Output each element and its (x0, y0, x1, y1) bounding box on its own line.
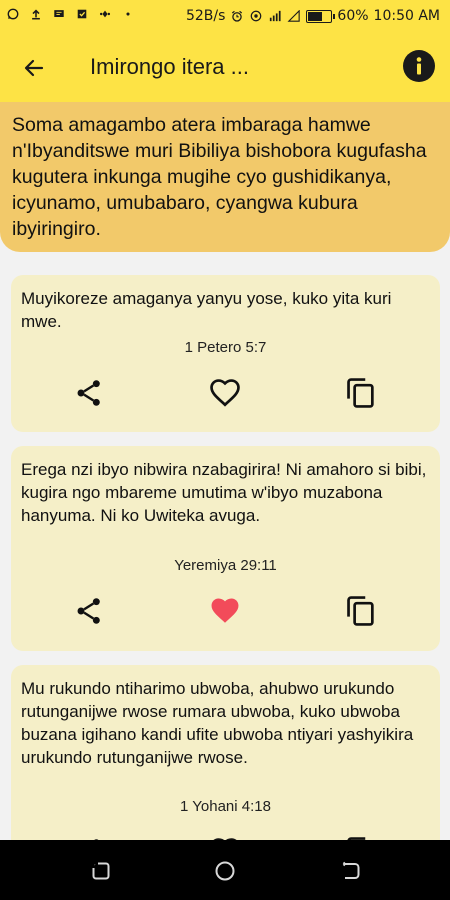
more-dot-icon (126, 12, 130, 16)
arrow-left-icon (24, 59, 44, 77)
system-nav-bar (0, 840, 450, 900)
verse-reference: 1 Petero 5:7 (184, 339, 267, 356)
recents-button[interactable] (90, 860, 112, 882)
page-title: Imirongo itera ... (90, 54, 249, 79)
share-icon (77, 598, 100, 624)
verse-text: Muyikoreze amaganya yanyu yose, kuko yit… (21, 289, 392, 331)
intro-banner: Soma amagambo atera imbaraga hamwe n'Iby… (0, 102, 450, 252)
copy-button[interactable] (341, 591, 381, 631)
message-icon (54, 10, 64, 17)
verse-text: Mu rukundo ntiharimo ubwoba, ahubwo uruk… (21, 679, 414, 767)
like-button[interactable] (205, 591, 245, 631)
status-right: 52B/s 60% 10:50 AM (186, 7, 440, 25)
signal-icon (270, 10, 281, 22)
copy-icon (347, 378, 374, 408)
recents-icon (91, 861, 110, 880)
back-nav-icon (342, 861, 360, 879)
home-circle-icon (215, 861, 235, 881)
copy-icon (347, 596, 374, 626)
alarm-icon (232, 10, 243, 22)
verse-reference: Yeremiya 29:11 (174, 557, 277, 574)
share-button[interactable] (69, 373, 109, 413)
hotspot-icon (251, 10, 262, 22)
upload-icon (32, 9, 40, 20)
info-button[interactable] (403, 50, 435, 82)
info-icon (416, 57, 422, 75)
share-icon (77, 380, 100, 406)
home-button[interactable] (214, 860, 236, 882)
verse-card: Muyikoreze amaganya yanyu yose, kuko yit… (11, 275, 440, 432)
like-button[interactable] (205, 373, 245, 413)
intro-text: Soma amagambo atera imbaraga hamwe n'Iby… (12, 114, 427, 240)
battery-icon (306, 9, 336, 23)
heart-outline-icon (210, 379, 240, 407)
status-notification-icons (6, 8, 135, 20)
dots-icon (99, 10, 111, 18)
copy-button[interactable] (341, 373, 381, 413)
whatsapp-icon (7, 8, 19, 20)
battery-percent: 60% (337, 8, 369, 24)
clock: 10:50 AM (373, 8, 440, 24)
status-bar: 52B/s 60% 10:50 AM (0, 0, 450, 32)
share-button[interactable] (69, 591, 109, 631)
heart-filled-icon (211, 598, 239, 623)
shield-icon (77, 9, 87, 19)
back-nav-button[interactable] (340, 860, 362, 882)
network-speed: 52B/s (185, 8, 226, 24)
verse-reference: 1 Yohani 4:18 (180, 798, 271, 815)
signal-empty-icon (287, 10, 301, 22)
app-bar: Imirongo itera ... (0, 32, 450, 102)
back-button[interactable] (14, 48, 54, 88)
verse-text: Erega nzi ibyo nibwira nzabagirira! Ni a… (21, 460, 427, 525)
verse-card: Erega nzi ibyo nibwira nzabagirira! Ni a… (11, 446, 440, 651)
